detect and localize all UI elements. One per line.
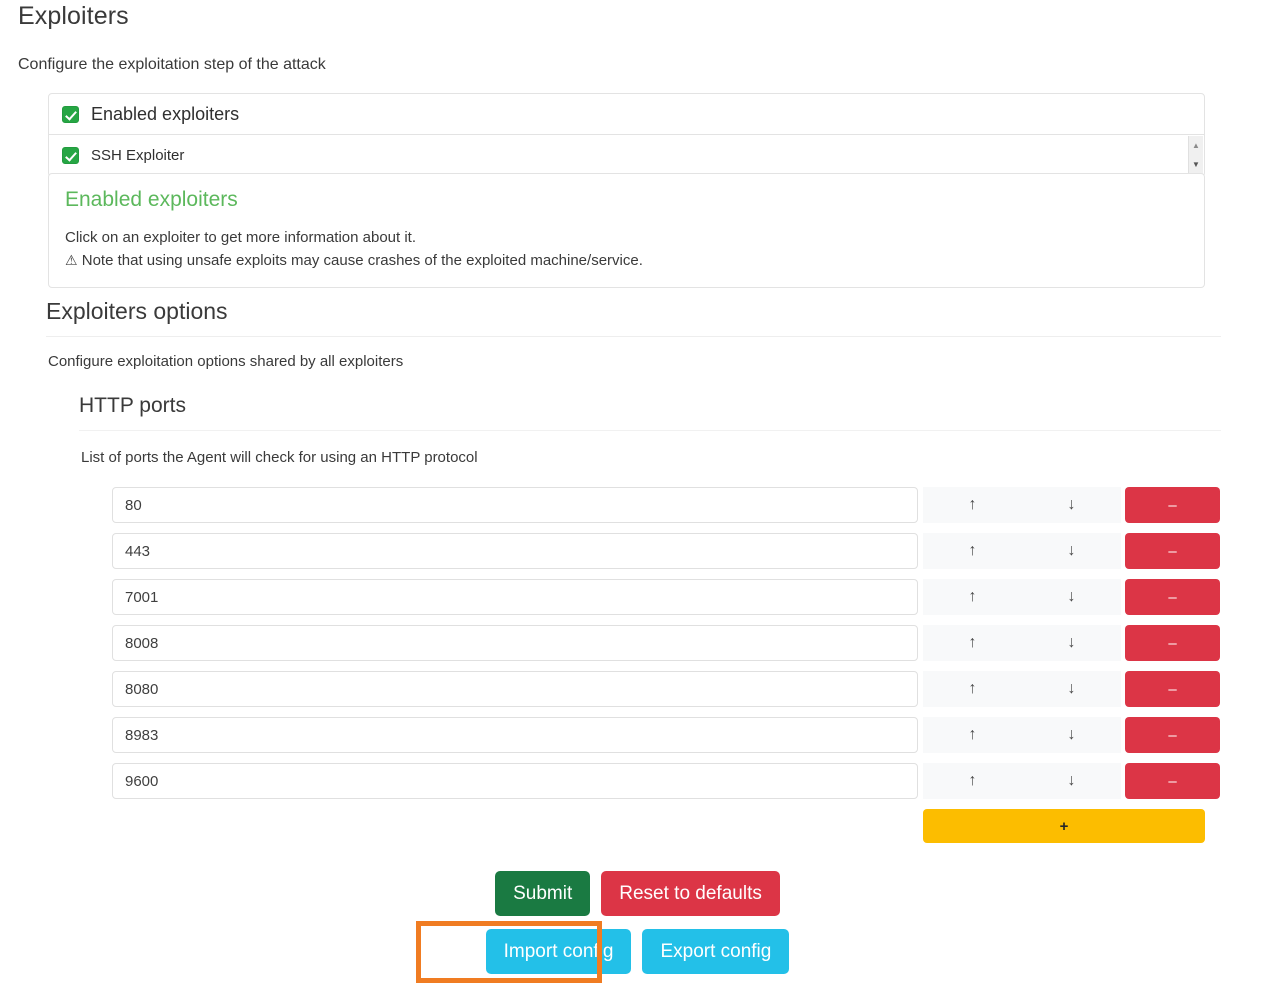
- http-port-row: ↑↓–: [112, 579, 1205, 625]
- move-port-down-button[interactable]: ↓: [1022, 671, 1121, 707]
- enabled-exploiters-group-row[interactable]: Enabled exploiters: [48, 93, 1205, 135]
- http-port-row: ↑↓–: [112, 487, 1205, 533]
- config-actions: Import config Export config: [0, 929, 1275, 974]
- http-port-input[interactable]: [112, 763, 918, 799]
- add-port-wrap: +: [923, 809, 1205, 843]
- import-config-button[interactable]: Import config: [486, 929, 632, 974]
- move-port-up-button[interactable]: ↑: [923, 671, 1022, 707]
- info-panel-title: Enabled exploiters: [65, 188, 1188, 212]
- move-port-down-button[interactable]: ↓: [1022, 763, 1121, 799]
- add-port-button[interactable]: +: [923, 809, 1205, 843]
- http-port-row: ↑↓–: [112, 717, 1205, 763]
- http-port-input[interactable]: [112, 717, 918, 753]
- remove-port-button[interactable]: –: [1125, 625, 1220, 661]
- http-ports-description: List of ports the Agent will check for u…: [81, 449, 478, 466]
- http-port-input[interactable]: [112, 579, 918, 615]
- http-port-controls: ↑↓–: [923, 625, 1220, 661]
- move-port-down-button[interactable]: ↓: [1022, 625, 1121, 661]
- http-port-input[interactable]: [112, 671, 918, 707]
- move-port-up-button[interactable]: ↑: [923, 533, 1022, 569]
- http-port-row: ↑↓–: [112, 533, 1205, 579]
- http-port-input[interactable]: [112, 533, 918, 569]
- move-port-down-button[interactable]: ↓: [1022, 579, 1121, 615]
- move-port-down-button[interactable]: ↓: [1022, 487, 1121, 523]
- http-port-controls: ↑↓–: [923, 487, 1220, 523]
- move-port-up-button[interactable]: ↑: [923, 717, 1022, 753]
- submit-button[interactable]: Submit: [495, 871, 590, 916]
- remove-port-button[interactable]: –: [1125, 533, 1220, 569]
- checkbox-ssh-exploiter[interactable]: [62, 147, 79, 164]
- http-port-row: ↑↓–: [112, 671, 1205, 717]
- page-title: Exploiters: [18, 2, 129, 31]
- http-port-input[interactable]: [112, 487, 918, 523]
- export-config-button[interactable]: Export config: [642, 929, 789, 974]
- reset-to-defaults-button[interactable]: Reset to defaults: [601, 871, 780, 916]
- move-port-up-button[interactable]: ↑: [923, 579, 1022, 615]
- primary-actions: Submit Reset to defaults: [0, 871, 1275, 916]
- move-port-up-button[interactable]: ↑: [923, 487, 1022, 523]
- remove-port-button[interactable]: –: [1125, 671, 1220, 707]
- exploiters-options-title: Exploiters options: [46, 298, 228, 325]
- move-port-down-button[interactable]: ↓: [1022, 533, 1121, 569]
- info-panel-line-2: ⚠ Note that using unsafe exploits may ca…: [65, 249, 1188, 272]
- http-ports-rows: ↑↓–↑↓–↑↓–↑↓–↑↓–↑↓–↑↓–: [112, 487, 1205, 809]
- http-port-controls: ↑↓–: [923, 763, 1220, 799]
- scroll-up-icon[interactable]: ▲: [1189, 136, 1203, 156]
- info-panel-warning-text: Note that using unsafe exploits may caus…: [82, 252, 643, 269]
- move-port-up-button[interactable]: ↑: [923, 763, 1022, 799]
- exploiters-config-page: Exploiters Configure the exploitation st…: [0, 0, 1275, 987]
- move-port-down-button[interactable]: ↓: [1022, 717, 1121, 753]
- warning-icon: ⚠: [65, 252, 78, 268]
- exploiter-item-label: SSH Exploiter: [91, 147, 184, 164]
- http-port-controls: ↑↓–: [923, 579, 1220, 615]
- checkbox-enabled-exploiters[interactable]: [62, 106, 79, 123]
- http-port-row: ↑↓–: [112, 625, 1205, 671]
- exploiters-options-divider: [46, 336, 1221, 337]
- page-subtitle: Configure the exploitation step of the a…: [18, 56, 326, 74]
- exploiters-info-panel: Enabled exploiters Click on an exploiter…: [48, 173, 1205, 288]
- enabled-exploiters-list: Enabled exploiters SSH Exploiter ▲ ▼: [48, 93, 1205, 177]
- http-port-input[interactable]: [112, 625, 918, 661]
- exploiter-item-ssh[interactable]: SSH Exploiter ▲ ▼: [48, 135, 1205, 177]
- remove-port-button[interactable]: –: [1125, 487, 1220, 523]
- http-port-controls: ↑↓–: [923, 671, 1220, 707]
- http-ports-title: HTTP ports: [79, 394, 186, 418]
- http-ports-divider: [79, 430, 1221, 431]
- http-port-controls: ↑↓–: [923, 717, 1220, 753]
- remove-port-button[interactable]: –: [1125, 579, 1220, 615]
- exploiters-options-description: Configure exploitation options shared by…: [48, 353, 403, 370]
- enabled-exploiters-group-label: Enabled exploiters: [91, 104, 239, 125]
- move-port-up-button[interactable]: ↑: [923, 625, 1022, 661]
- exploiters-scrollbar[interactable]: ▲ ▼: [1188, 136, 1203, 175]
- remove-port-button[interactable]: –: [1125, 717, 1220, 753]
- http-port-row: ↑↓–: [112, 763, 1205, 809]
- remove-port-button[interactable]: –: [1125, 763, 1220, 799]
- http-port-controls: ↑↓–: [923, 533, 1220, 569]
- info-panel-line-1: Click on an exploiter to get more inform…: [65, 226, 1188, 249]
